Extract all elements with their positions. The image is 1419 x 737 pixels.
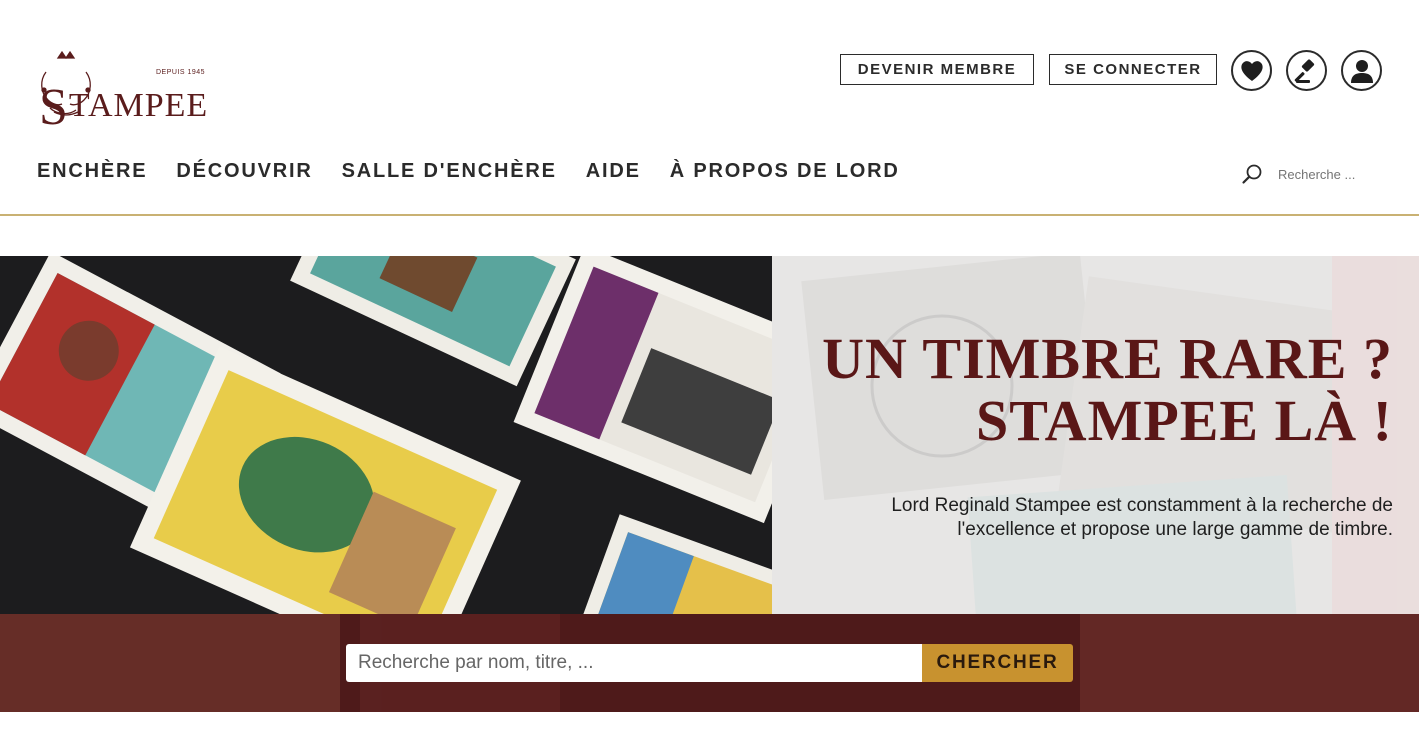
logo-wordmark-rest: TAMPEE <box>68 87 209 124</box>
hero-text-panel: UN TIMBRE RARE ? STAMPEE LÀ ! Lord Regina… <box>772 256 1419 614</box>
user-icon <box>1350 59 1373 83</box>
stampee-logo[interactable]: DEPUIS 1945 STAMPEE <box>36 48 226 136</box>
hero-stamps-image <box>0 256 772 614</box>
hero-subtitle: Lord Reginald Stampee est constamment à … <box>891 495 1393 540</box>
become-member-button[interactable]: DEVENIR MEMBRE <box>840 54 1034 85</box>
logo-wordmark: STAMPEE <box>39 70 209 136</box>
hero-search-band: CHERCHER <box>0 614 1419 712</box>
header-search <box>1240 160 1410 188</box>
hero-title-line1: UN TIMBRE RARE ? <box>822 326 1393 391</box>
main-search: CHERCHER <box>346 644 1073 682</box>
auctions-button[interactable] <box>1286 50 1327 91</box>
header-search-input[interactable] <box>1278 166 1398 182</box>
search-icon[interactable] <box>1240 162 1264 186</box>
hero-section: UN TIMBRE RARE ? STAMPEE LÀ ! Lord Regina… <box>0 256 1419 712</box>
login-button[interactable]: SE CONNECTER <box>1049 54 1217 85</box>
search-submit-button[interactable]: CHERCHER <box>922 644 1073 682</box>
nav-item-a-propos[interactable]: À PROPOS DE LORD <box>670 160 900 183</box>
nav-item-enchere[interactable]: ENCHÈRE <box>37 160 147 183</box>
hero-title: UN TIMBRE RARE ? STAMPEE LÀ ! <box>822 328 1393 452</box>
nav-item-decouvrir[interactable]: DÉCOUVRIR <box>176 160 312 183</box>
nav-item-salle-enchere[interactable]: SALLE D'ENCHÈRE <box>342 160 557 183</box>
favorites-button[interactable] <box>1231 50 1272 91</box>
hero-title-line2: STAMPEE LÀ ! <box>976 388 1393 453</box>
logo-initial: S <box>39 79 69 136</box>
heart-icon <box>1240 60 1263 81</box>
main-nav: ENCHÈRE DÉCOUVRIR SALLE D'ENCHÈRE AIDE À… <box>37 160 929 183</box>
gavel-icon <box>1294 58 1314 83</box>
nav-item-aide[interactable]: AIDE <box>586 160 641 183</box>
account-button[interactable] <box>1341 50 1382 91</box>
site-header: DEPUIS 1945 STAMPEE DEVENIR MEMBRE SE CO… <box>0 0 1419 216</box>
main-search-input[interactable] <box>346 644 922 682</box>
